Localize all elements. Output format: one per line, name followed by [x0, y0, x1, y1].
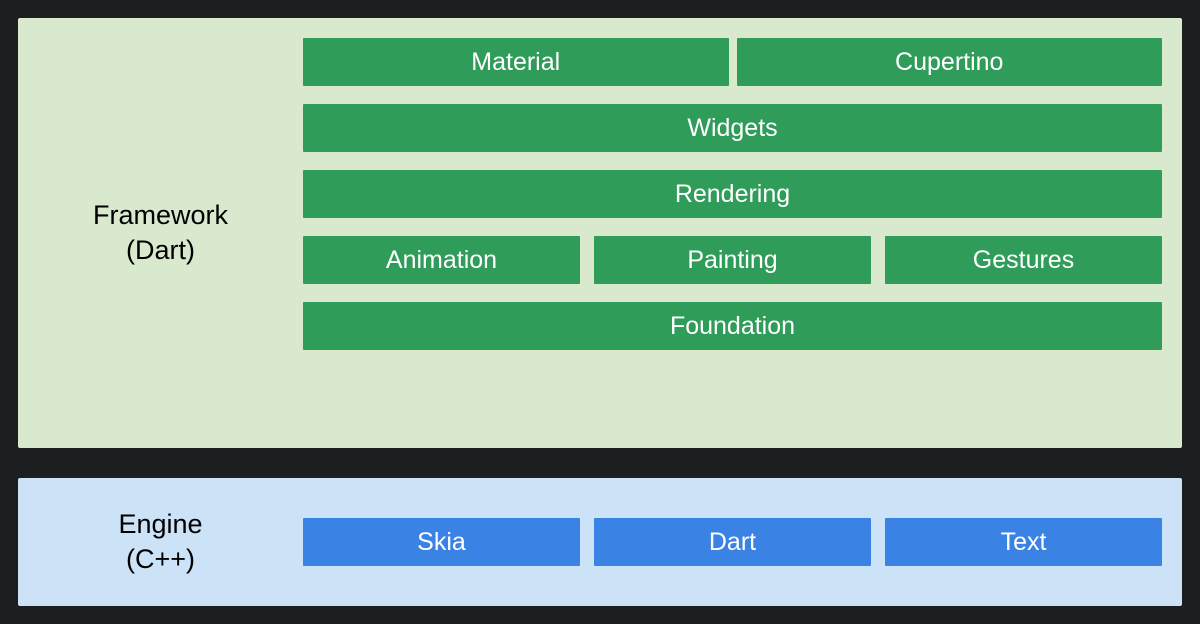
framework-row-widgets: Widgets — [303, 104, 1162, 152]
layer-painting: Painting — [594, 236, 871, 284]
framework-label: Framework (Dart) — [18, 38, 303, 428]
engine-label-line2: (C++) — [126, 542, 195, 577]
layer-rendering: Rendering — [303, 170, 1162, 218]
engine-label: Engine (C++) — [18, 498, 303, 586]
layer-cupertino: Cupertino — [737, 38, 1163, 86]
engine-dart: Dart — [594, 518, 871, 566]
framework-row-core: Animation Painting Gestures — [303, 236, 1162, 284]
framework-row-design: Material Cupertino — [303, 38, 1162, 86]
engine-text: Text — [885, 518, 1162, 566]
engine-label-line1: Engine — [118, 507, 202, 542]
framework-label-line1: Framework — [93, 198, 228, 233]
engine-section: Engine (C++) Skia Dart Text — [18, 478, 1182, 606]
framework-section: Framework (Dart) Material Cupertino Widg… — [18, 18, 1182, 448]
layer-widgets: Widgets — [303, 104, 1162, 152]
engine-content: Skia Dart Text — [303, 498, 1162, 586]
engine-row: Skia Dart Text — [303, 518, 1162, 566]
framework-row-foundation: Foundation — [303, 302, 1162, 350]
layer-animation: Animation — [303, 236, 580, 284]
framework-label-line2: (Dart) — [126, 233, 195, 268]
layer-foundation: Foundation — [303, 302, 1162, 350]
engine-skia: Skia — [303, 518, 580, 566]
framework-content: Material Cupertino Widgets Rendering Ani… — [303, 38, 1162, 428]
layer-material: Material — [303, 38, 729, 86]
framework-row-rendering: Rendering — [303, 170, 1162, 218]
layer-gestures: Gestures — [885, 236, 1162, 284]
